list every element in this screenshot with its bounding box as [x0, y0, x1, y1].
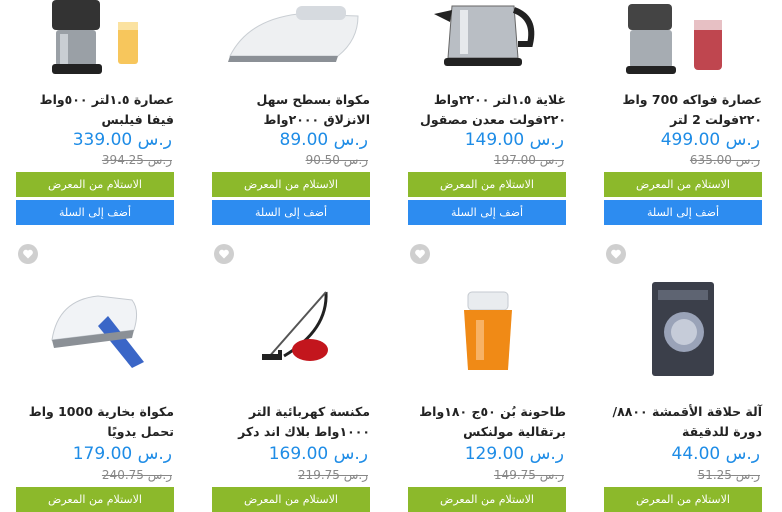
- product-image[interactable]: [600, 270, 766, 380]
- product-old-price: ر.س 219.75: [297, 468, 368, 482]
- product-image[interactable]: [404, 270, 570, 380]
- product-price: ر.س 44.00: [671, 444, 760, 464]
- product-title[interactable]: مكنسة كهربائية التر ١٠٠٠واط بلاك اند دكر: [212, 402, 370, 442]
- pickup-from-store-button[interactable]: الاستلام من المعرض: [16, 172, 174, 197]
- product-price: ر.س 89.00: [279, 130, 368, 150]
- heart-icon: [219, 249, 229, 259]
- wishlist-button[interactable]: [214, 244, 234, 264]
- product-title[interactable]: غلاية ١.٥لتر ٢٢٠٠واط ٢٢٠فولت معدن مصقول: [408, 90, 566, 130]
- product-image[interactable]: [12, 0, 178, 100]
- product-title[interactable]: عصارة ١.٥لتر ٥٠٠واط فيفا فيلبس: [16, 90, 174, 130]
- add-to-cart-button[interactable]: أضف إلى السلة: [212, 200, 370, 225]
- product-old-price: ر.س 394.25: [101, 153, 172, 167]
- pickup-from-store-button[interactable]: الاستلام من المعرض: [212, 172, 370, 197]
- product-price: ر.س 169.00: [268, 444, 368, 464]
- add-to-cart-button[interactable]: أضف إلى السلة: [16, 200, 174, 225]
- product-image[interactable]: [600, 0, 766, 100]
- product-old-price: ر.س 240.75: [101, 468, 172, 482]
- product-card[interactable]: مكواة بخارية 1000 واط تحمل يدويًا ر.س 17…: [12, 240, 178, 512]
- product-old-price: ر.س 51.25: [697, 468, 760, 482]
- product-card[interactable]: مكواة بسطح سهل الانزلاق ٢٠٠٠واط ر.س 89.0…: [208, 0, 374, 230]
- product-old-price: ر.س 149.75: [493, 468, 564, 482]
- product-image[interactable]: [208, 270, 374, 380]
- product-image[interactable]: [12, 270, 178, 380]
- wishlist-button[interactable]: [606, 244, 626, 264]
- product-title[interactable]: مكواة بسطح سهل الانزلاق ٢٠٠٠واط: [212, 90, 370, 130]
- product-price: ر.س 129.00: [464, 444, 564, 464]
- product-card[interactable]: طاحونة بُن ٥٠ج ١٨٠واط برتقالية مولنكس ر.…: [404, 240, 570, 512]
- add-to-cart-button[interactable]: أضف إلى السلة: [604, 200, 762, 225]
- product-title[interactable]: مكواة بخارية 1000 واط تحمل يدويًا: [16, 402, 174, 442]
- product-price: ر.س 339.00: [72, 130, 172, 150]
- product-price: ر.س 499.00: [660, 130, 760, 150]
- product-old-price: ر.س 90.50: [305, 153, 368, 167]
- wishlist-button[interactable]: [18, 244, 38, 264]
- product-image[interactable]: [208, 0, 374, 100]
- product-price: ر.س 179.00: [72, 444, 172, 464]
- heart-icon: [23, 249, 33, 259]
- product-card[interactable]: مكنسة كهربائية التر ١٠٠٠واط بلاك اند دكر…: [208, 240, 374, 512]
- heart-icon: [611, 249, 621, 259]
- product-title[interactable]: طاحونة بُن ٥٠ج ١٨٠واط برتقالية مولنكس: [408, 402, 566, 442]
- add-to-cart-button[interactable]: أضف إلى السلة: [408, 200, 566, 225]
- product-title[interactable]: عصارة فواكه 700 واط ٢٢٠فولت 2 لتر: [604, 90, 762, 130]
- product-card[interactable]: غلاية ١.٥لتر ٢٢٠٠واط ٢٢٠فولت معدن مصقول …: [404, 0, 570, 230]
- pickup-from-store-button[interactable]: الاستلام من المعرض: [604, 172, 762, 197]
- product-old-price: ر.س 197.00: [493, 153, 564, 167]
- product-image[interactable]: [404, 0, 570, 100]
- wishlist-button[interactable]: [410, 244, 430, 264]
- pickup-from-store-button[interactable]: الاستلام من المعرض: [408, 172, 566, 197]
- product-card[interactable]: آلة حلاقة الأقمشة ٨٨٠٠/دورة للدقيقة ر.س …: [600, 240, 766, 512]
- product-card[interactable]: عصارة ١.٥لتر ٥٠٠واط فيفا فيلبس ر.س 339.0…: [12, 0, 178, 230]
- product-card[interactable]: عصارة فواكه 700 واط ٢٢٠فولت 2 لتر ر.س 49…: [600, 0, 766, 230]
- product-old-price: ر.س 635.00: [689, 153, 760, 167]
- product-title[interactable]: آلة حلاقة الأقمشة ٨٨٠٠/دورة للدقيقة: [604, 402, 762, 442]
- heart-icon: [415, 249, 425, 259]
- product-price: ر.س 149.00: [464, 130, 564, 150]
